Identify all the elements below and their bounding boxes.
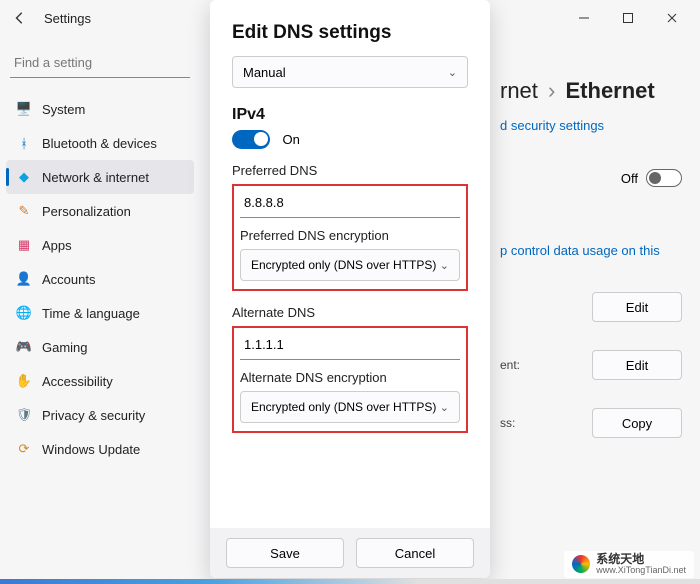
settings-window: Settings Find a setting 🖥️System ᚼBlueto… xyxy=(0,0,700,584)
accessibility-icon: ✋ xyxy=(16,373,32,389)
sidebar-item-update[interactable]: ⟳Windows Update xyxy=(6,432,194,466)
chevron-down-icon: ⌄ xyxy=(440,259,449,272)
chevron-down-icon: ⌄ xyxy=(448,66,457,79)
sidebar-item-network[interactable]: ◆Network & internet xyxy=(6,160,194,194)
window-title: Settings xyxy=(44,11,91,26)
search-input[interactable]: Find a setting xyxy=(10,48,190,78)
watermark: 系统天地 www.XiTongTianDi.net xyxy=(564,551,694,578)
security-settings-link[interactable]: d security settings xyxy=(500,118,682,133)
dialog-footer: Save Cancel xyxy=(210,528,490,578)
apps-icon: ▦ xyxy=(16,237,32,253)
alternate-enc-label: Alternate DNS encryption xyxy=(240,370,460,385)
brush-icon: ✎ xyxy=(16,203,32,219)
preferred-enc-label: Preferred DNS encryption xyxy=(240,228,460,243)
taskbar-fragment xyxy=(0,579,700,584)
ipv4-toggle-row: On xyxy=(232,130,468,149)
display-icon: 🖥️ xyxy=(16,101,32,117)
copy-button[interactable]: Copy xyxy=(592,408,682,438)
preferred-dns-highlight: Preferred DNS encryption Encrypted only … xyxy=(232,184,468,291)
preferred-dns-input[interactable] xyxy=(240,188,460,218)
bluetooth-icon: ᚼ xyxy=(16,135,32,151)
edit-dns-dialog: Edit DNS settings Manual ⌄ IPv4 On Prefe… xyxy=(210,0,490,578)
globe-icon: 🌐 xyxy=(16,305,32,321)
sidebar-item-gaming[interactable]: 🎮Gaming xyxy=(6,330,194,364)
alternate-dns-input[interactable] xyxy=(240,330,460,360)
chevron-down-icon: ⌄ xyxy=(440,401,449,414)
cancel-button[interactable]: Cancel xyxy=(356,538,474,568)
sidebar: Find a setting 🖥️System ᚼBluetooth & dev… xyxy=(0,36,200,584)
alternate-dns-label: Alternate DNS xyxy=(232,305,468,320)
maximize-button[interactable] xyxy=(608,4,648,32)
sidebar-item-accessibility[interactable]: ✋Accessibility xyxy=(6,364,194,398)
watermark-url: www.XiTongTianDi.net xyxy=(596,566,686,576)
metered-toggle[interactable] xyxy=(646,169,682,187)
sidebar-item-bluetooth[interactable]: ᚼBluetooth & devices xyxy=(6,126,194,160)
update-icon: ⟳ xyxy=(16,441,32,457)
ipv4-heading: IPv4 xyxy=(232,106,468,124)
breadcrumb-parent[interactable]: rnet xyxy=(500,78,538,103)
wifi-icon: ◆ xyxy=(16,169,32,185)
data-usage-link[interactable]: p control data usage on this xyxy=(500,243,682,258)
person-icon: 👤 xyxy=(16,271,32,287)
minimize-button[interactable] xyxy=(564,4,604,32)
watermark-logo-icon xyxy=(572,555,590,573)
sidebar-item-time[interactable]: 🌐Time & language xyxy=(6,296,194,330)
ipv4-toggle[interactable] xyxy=(232,130,270,149)
toggle-label: Off xyxy=(621,171,638,186)
sidebar-item-accounts[interactable]: 👤Accounts xyxy=(6,262,194,296)
edit-button-1[interactable]: Edit xyxy=(592,292,682,322)
assignment-label: ent: xyxy=(500,358,520,372)
sidebar-item-privacy[interactable]: 🛡Privacy & security xyxy=(6,398,194,432)
sidebar-item-apps[interactable]: ▦Apps xyxy=(6,228,194,262)
alternate-dns-highlight: Alternate DNS encryption Encrypted only … xyxy=(232,326,468,433)
breadcrumb: rnet › Ethernet xyxy=(500,78,682,104)
save-button[interactable]: Save xyxy=(226,538,344,568)
edit-button-2[interactable]: Edit xyxy=(592,350,682,380)
search-placeholder: Find a setting xyxy=(14,55,92,70)
dialog-title: Edit DNS settings xyxy=(232,22,468,44)
alternate-enc-select[interactable]: Encrypted only (DNS over HTTPS) ⌄ xyxy=(240,391,460,423)
preferred-enc-select[interactable]: Encrypted only (DNS over HTTPS) ⌄ xyxy=(240,249,460,281)
sidebar-item-system[interactable]: 🖥️System xyxy=(6,92,194,126)
ipv4-toggle-label: On xyxy=(282,132,299,147)
preferred-dns-label: Preferred DNS xyxy=(232,163,468,178)
address-label: ss: xyxy=(500,416,515,430)
sidebar-item-personalization[interactable]: ✎Personalization xyxy=(6,194,194,228)
close-button[interactable] xyxy=(652,4,692,32)
breadcrumb-current: Ethernet xyxy=(566,78,655,103)
chevron-right-icon: › xyxy=(548,78,555,103)
shield-icon: 🛡 xyxy=(16,407,32,423)
gamepad-icon: 🎮 xyxy=(16,339,32,355)
metered-row: Off xyxy=(500,169,682,187)
back-button[interactable] xyxy=(8,6,32,30)
dns-mode-select[interactable]: Manual ⌄ xyxy=(232,56,468,88)
